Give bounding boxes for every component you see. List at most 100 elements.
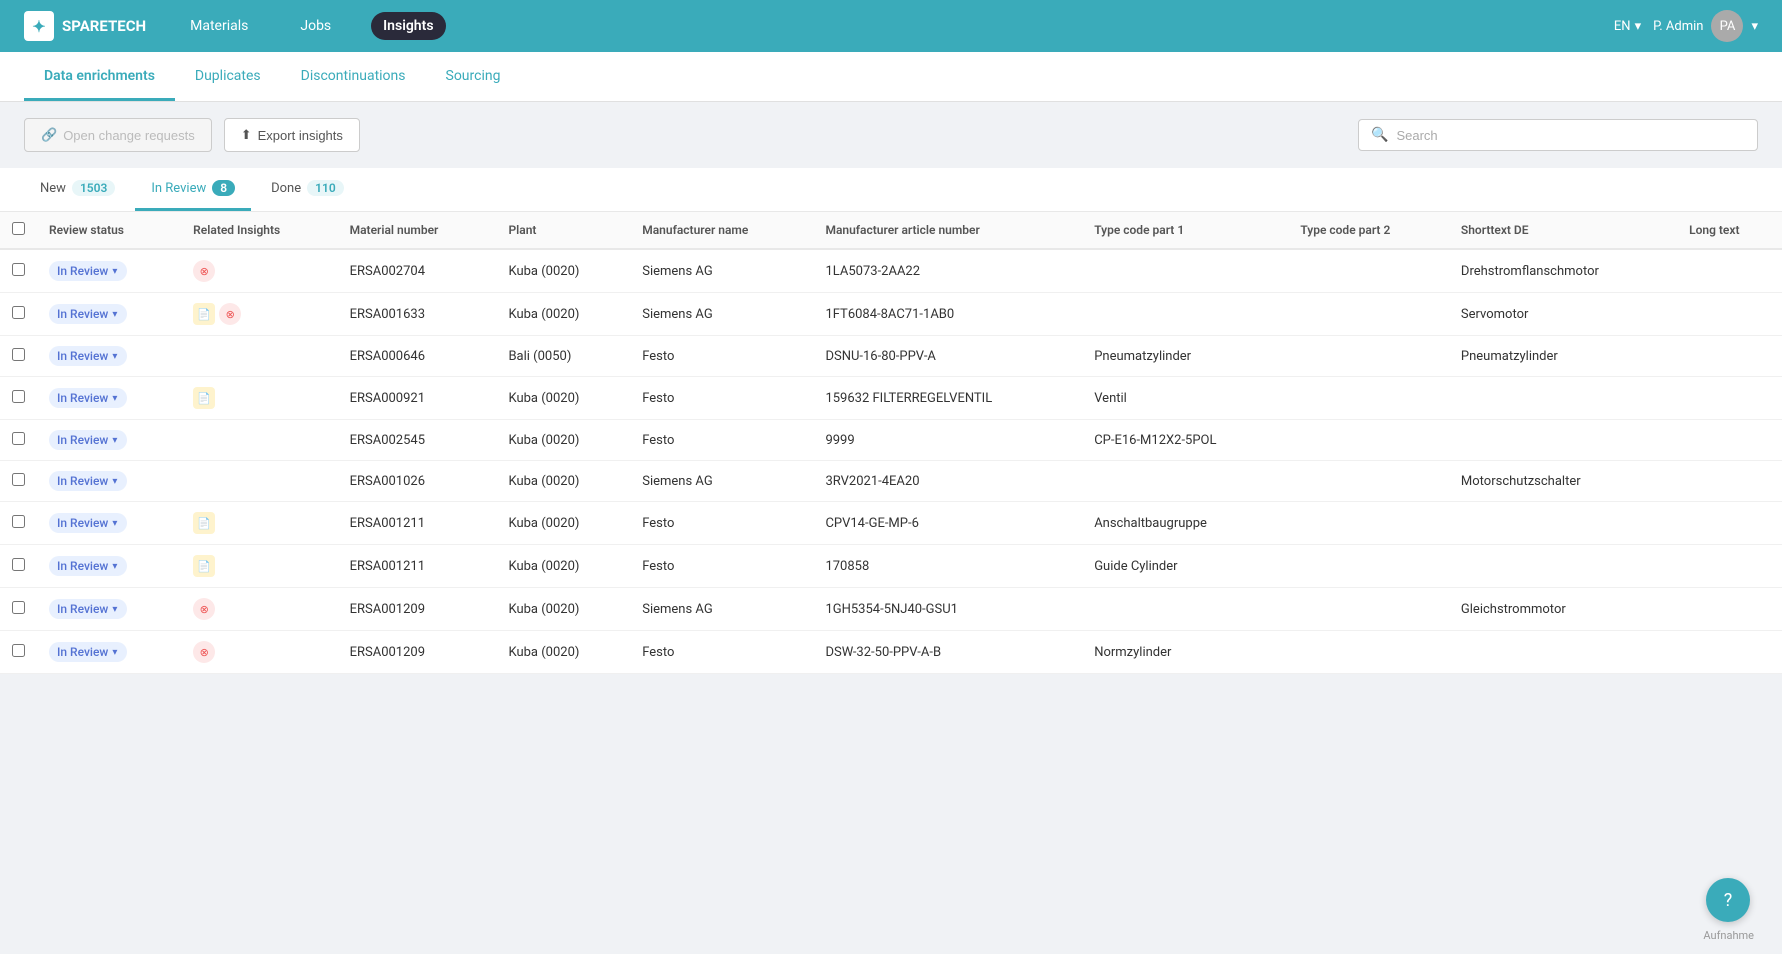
type-code-part1: CP-E16-M12X2-5POL <box>1082 420 1288 461</box>
yellow-box-icon: 📄 <box>193 555 215 577</box>
shorttext-de: Gleichstrommotor <box>1449 588 1677 631</box>
material-number: ERSA001209 <box>338 631 497 674</box>
type-code-part1: Normzylinder <box>1082 631 1288 674</box>
col-plant: Plant <box>496 212 630 249</box>
table-row: In Review ▾📄ERSA001211Kuba (0020)FestoCP… <box>0 502 1782 545</box>
select-all-checkbox[interactable] <box>12 222 25 235</box>
tab-discontinuations[interactable]: Discontinuations <box>281 52 426 101</box>
review-status-badge[interactable]: In Review ▾ <box>49 642 127 662</box>
status-chevron-icon: ▾ <box>112 604 117 615</box>
manufacturer-name: Siemens AG <box>630 249 813 293</box>
review-status-badge[interactable]: In Review ▾ <box>49 599 127 619</box>
table-row: In Review ▾⊗ERSA002704Kuba (0020)Siemens… <box>0 249 1782 293</box>
col-shorttext-de: Shorttext DE <box>1449 212 1677 249</box>
manufacturer-name: Siemens AG <box>630 461 813 502</box>
material-number: ERSA002545 <box>338 420 497 461</box>
tab-duplicates[interactable]: Duplicates <box>175 52 281 101</box>
status-chevron-icon: ▾ <box>112 435 117 446</box>
plant: Kuba (0020) <box>496 377 630 420</box>
status-tab-done[interactable]: Done 110 <box>255 168 360 211</box>
manufacturer-article-number: DSW-32-50-PPV-A-B <box>813 631 1082 674</box>
manufacturer-name: Festo <box>630 377 813 420</box>
type-code-part1: Ventil <box>1082 377 1288 420</box>
status-chevron-icon: ▾ <box>112 393 117 404</box>
manufacturer-article-number: 3RV2021-4EA20 <box>813 461 1082 502</box>
shorttext-de <box>1449 420 1677 461</box>
type-code-part2 <box>1288 631 1449 674</box>
type-code-part2 <box>1288 545 1449 588</box>
review-status-badge[interactable]: In Review ▾ <box>49 388 127 408</box>
row-checkbox-0[interactable] <box>12 263 25 276</box>
user-menu[interactable]: P. Admin PA ▾ <box>1653 10 1758 42</box>
row-checkbox-4[interactable] <box>12 432 25 445</box>
search-input[interactable] <box>1396 128 1745 143</box>
type-code-part2 <box>1288 377 1449 420</box>
table-row: In Review ▾⊗ERSA001209Kuba (0020)Siemens… <box>0 588 1782 631</box>
tab-data-enrichments[interactable]: Data enrichments <box>24 52 175 101</box>
material-number: ERSA001209 <box>338 588 497 631</box>
material-number: ERSA002704 <box>338 249 497 293</box>
language-selector[interactable]: EN ▾ <box>1614 19 1641 34</box>
row-checkbox-3[interactable] <box>12 390 25 403</box>
row-checkbox-1[interactable] <box>12 306 25 319</box>
manufacturer-name: Siemens AG <box>630 293 813 336</box>
nav-insights[interactable]: Insights <box>371 12 445 40</box>
status-tab-in-review[interactable]: In Review 8 <box>135 168 251 211</box>
row-checkbox-6[interactable] <box>12 515 25 528</box>
search-icon: 🔍 <box>1371 127 1388 143</box>
type-code-part1: Anschaltbaugruppe <box>1082 502 1288 545</box>
manufacturer-article-number: 170858 <box>813 545 1082 588</box>
row-checkbox-5[interactable] <box>12 473 25 486</box>
review-status-badge[interactable]: In Review ▾ <box>49 556 127 576</box>
data-table: Review status Related Insights Material … <box>0 212 1782 674</box>
long-text <box>1677 293 1782 336</box>
status-tab-new[interactable]: New 1503 <box>24 168 131 211</box>
status-chevron-icon: ▾ <box>112 351 117 362</box>
nav-materials[interactable]: Materials <box>178 12 260 40</box>
main-tabs: Data enrichments Duplicates Discontinuat… <box>0 52 1782 102</box>
review-status-badge[interactable]: In Review ▾ <box>49 346 127 366</box>
review-status-badge[interactable]: In Review ▾ <box>49 261 127 281</box>
review-status-badge[interactable]: In Review ▾ <box>49 471 127 491</box>
top-right-area: EN ▾ P. Admin PA ▾ <box>1614 10 1758 42</box>
nav-jobs[interactable]: Jobs <box>288 12 343 40</box>
tab-sourcing[interactable]: Sourcing <box>426 52 521 101</box>
status-chevron-icon: ▾ <box>112 309 117 320</box>
shorttext-de <box>1449 631 1677 674</box>
search-container: 🔍 <box>1358 119 1758 151</box>
row-checkbox-9[interactable] <box>12 644 25 657</box>
review-status-badge[interactable]: In Review ▾ <box>49 430 127 450</box>
type-code-part1 <box>1082 588 1288 631</box>
col-material-number: Material number <box>338 212 497 249</box>
col-review-status: Review status <box>37 212 181 249</box>
row-checkbox-2[interactable] <box>12 348 25 361</box>
table-row: In Review ▾ERSA001026Kuba (0020)Siemens … <box>0 461 1782 502</box>
row-checkbox-8[interactable] <box>12 601 25 614</box>
col-related-insights: Related Insights <box>181 212 337 249</box>
app-logo[interactable]: ✦ SPARETECH <box>24 11 146 41</box>
long-text <box>1677 461 1782 502</box>
manufacturer-name: Festo <box>630 545 813 588</box>
export-insights-button[interactable]: ⬆ Export insights <box>224 118 360 152</box>
manufacturer-name: Siemens AG <box>630 588 813 631</box>
type-code-part2 <box>1288 249 1449 293</box>
question-icon: ? <box>1724 890 1733 911</box>
review-status-badge[interactable]: In Review ▾ <box>49 304 127 324</box>
red-circle-icon: ⊗ <box>193 260 215 282</box>
type-code-part2 <box>1288 588 1449 631</box>
related-insights-icons: ⊗ <box>193 598 325 620</box>
type-code-part2 <box>1288 293 1449 336</box>
export-icon: ⬆ <box>241 127 252 143</box>
open-change-requests-button[interactable]: 🔗 Open change requests <box>24 118 212 152</box>
fab-button[interactable]: ? <box>1706 878 1750 922</box>
status-tabs: New 1503 In Review 8 Done 110 <box>0 168 1782 212</box>
type-code-part2 <box>1288 420 1449 461</box>
row-checkbox-7[interactable] <box>12 558 25 571</box>
fab-label: Aufnahme <box>1703 929 1754 942</box>
plant: Kuba (0020) <box>496 420 630 461</box>
status-in-review-badge: 8 <box>212 180 235 196</box>
review-status-badge[interactable]: In Review ▾ <box>49 513 127 533</box>
table-row: In Review ▾⊗ERSA001209Kuba (0020)FestoDS… <box>0 631 1782 674</box>
type-code-part1 <box>1082 461 1288 502</box>
red-circle-icon: ⊗ <box>193 598 215 620</box>
